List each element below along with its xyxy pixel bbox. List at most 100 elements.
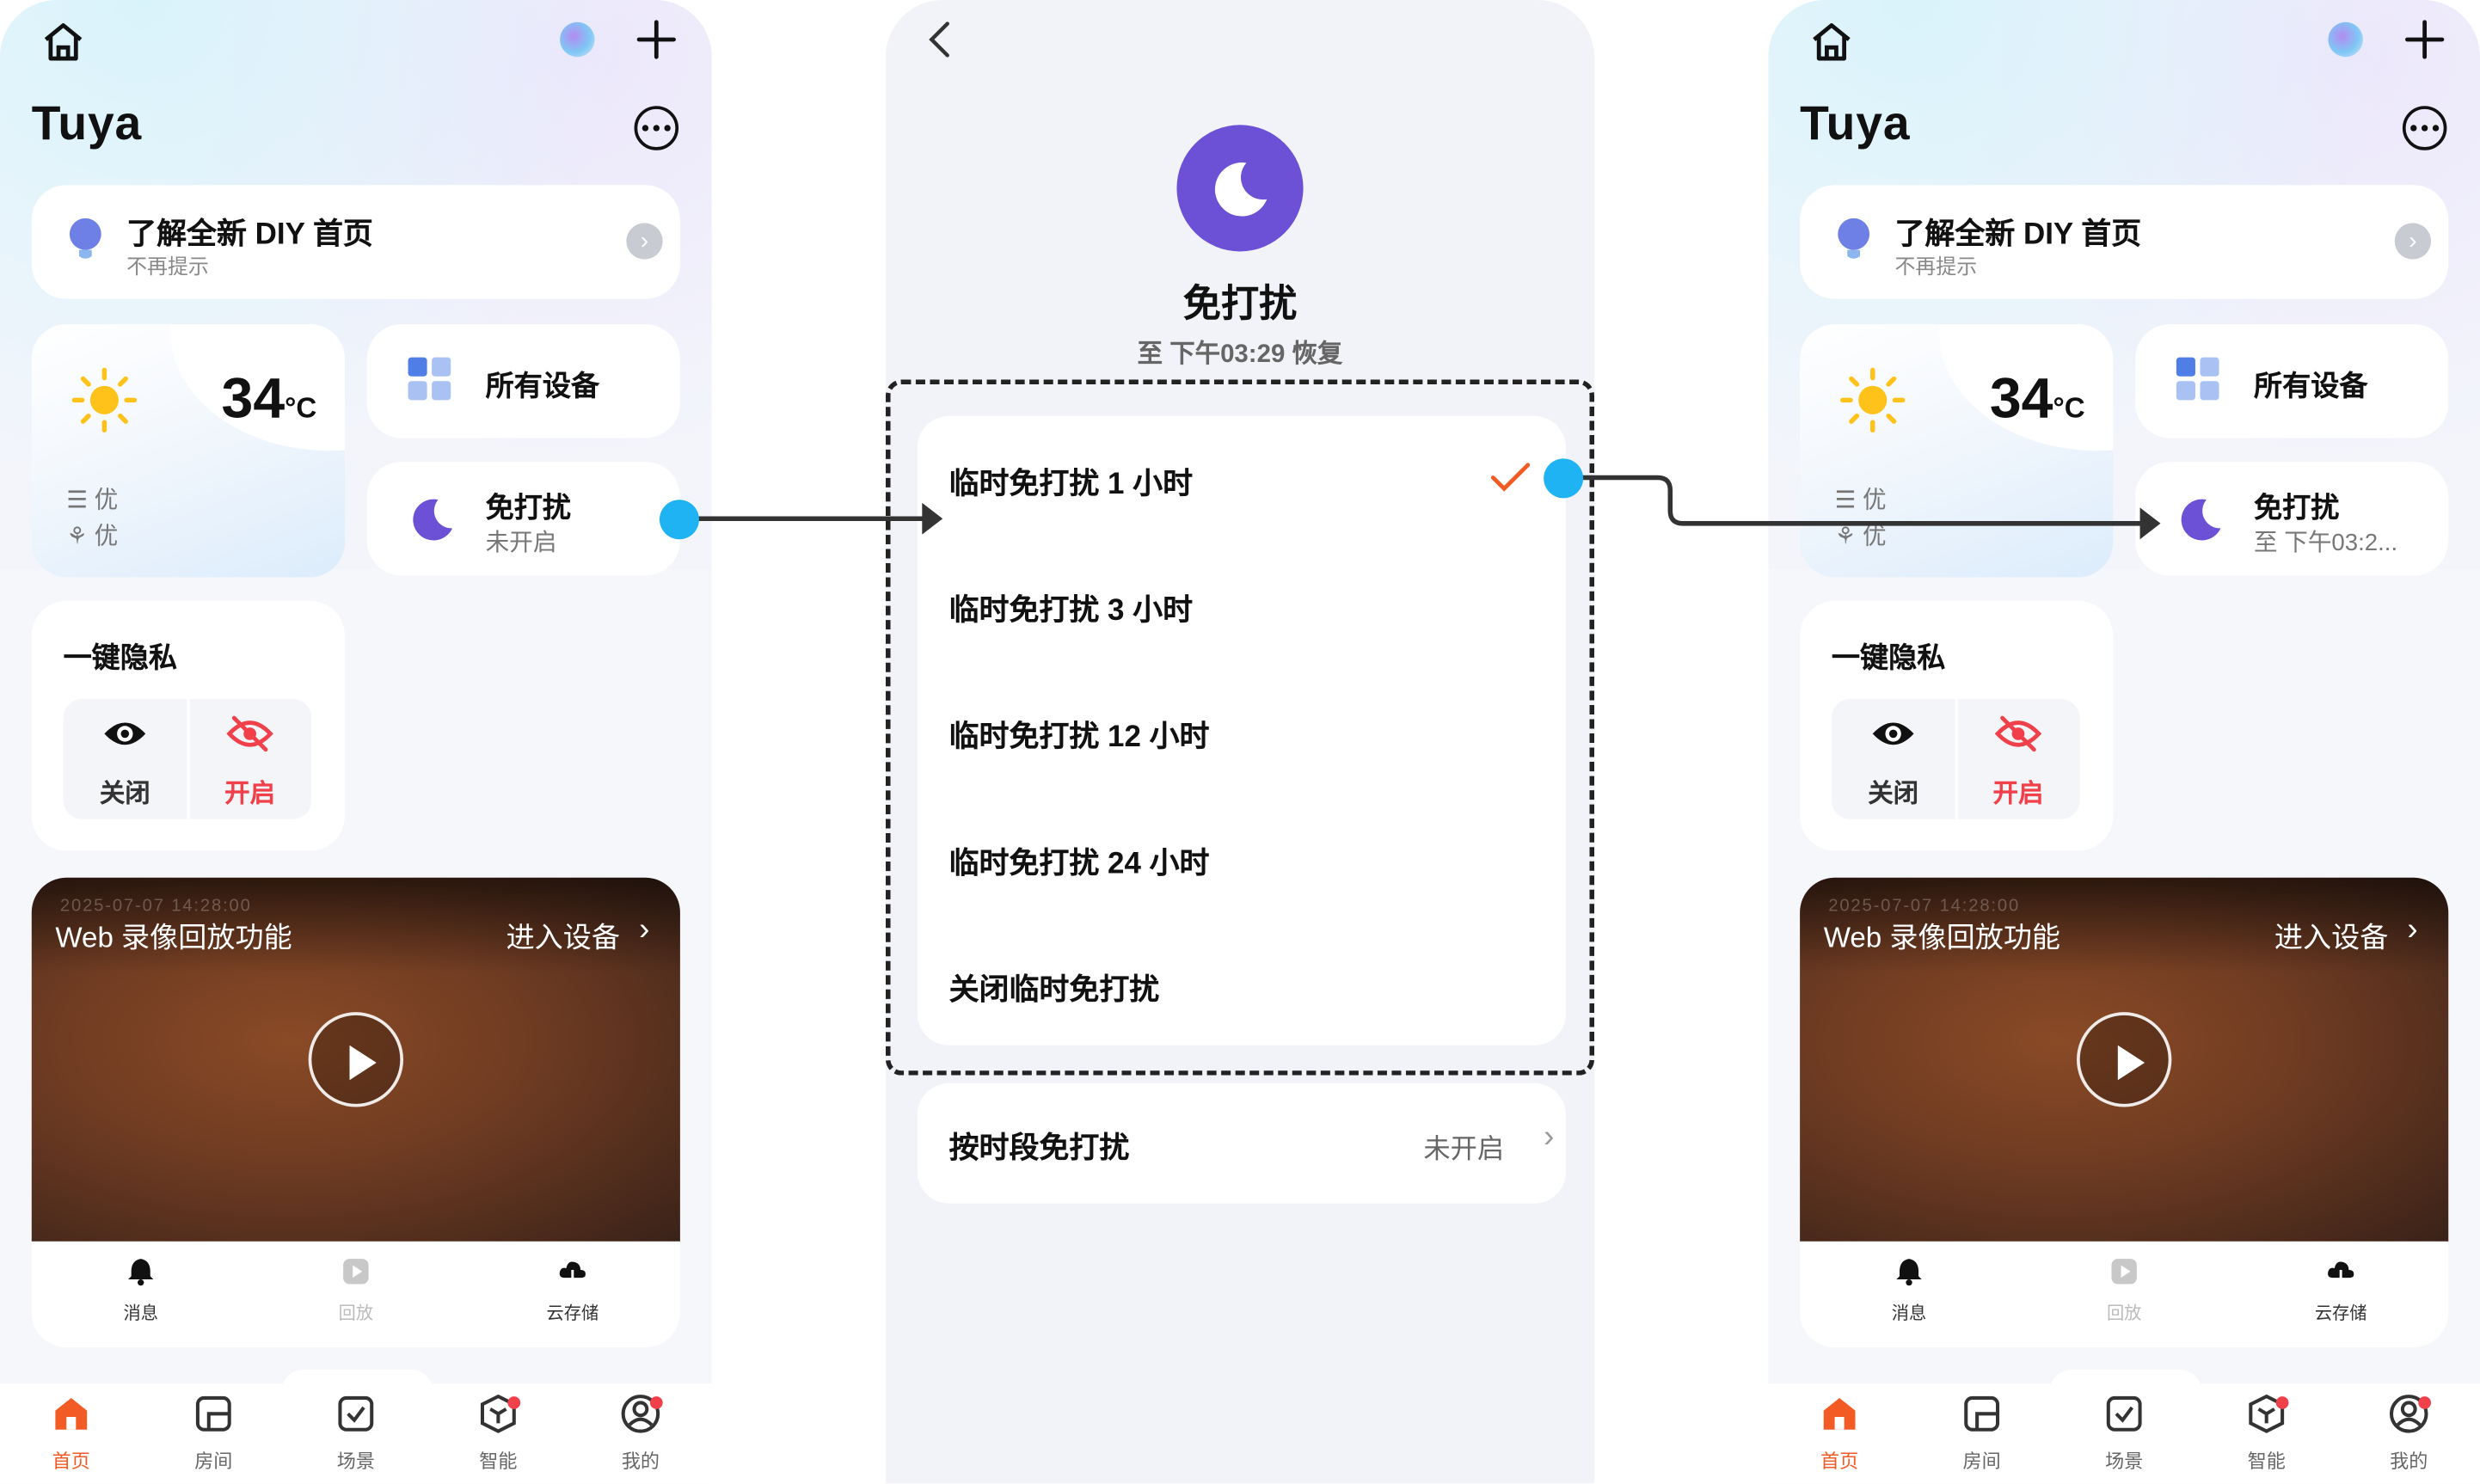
play-icon[interactable] (2077, 1012, 2172, 1107)
video-title: Web 录像回放功能 (55, 922, 292, 954)
enter-device-link[interactable]: 进入设备 (2274, 916, 2388, 957)
tab-smart[interactable]: 智能 (2211, 1393, 2322, 1474)
dnd-status: 未开启 (485, 530, 557, 557)
add-icon[interactable] (633, 15, 680, 63)
cloud-storage-button[interactable]: 云存储 (2278, 1257, 2404, 1325)
grid-icon (407, 356, 454, 411)
air-quality-icon: ☰ (66, 487, 95, 514)
home-title: Tuya (31, 98, 143, 150)
leaf-icon: ⚘ (1834, 523, 1863, 551)
tab-scenes[interactable]: 场景 (300, 1393, 411, 1474)
playback-button[interactable]: 回放 (2061, 1257, 2188, 1325)
assistant-avatar-icon[interactable] (2328, 21, 2363, 58)
all-devices-label: 所有设备 (2254, 370, 2368, 402)
weather-card[interactable]: 34°C ☰ 优 ⚘ 优 (31, 324, 345, 578)
connector-start-dot (1544, 458, 1584, 499)
privacy-title: 一键隐私 (63, 641, 178, 674)
messages-button[interactable]: 消息 (1845, 1257, 1972, 1325)
tab-me[interactable]: 我的 (586, 1393, 697, 1474)
grid-icon (2175, 356, 2222, 411)
privacy-off-button[interactable]: 关闭 (100, 772, 150, 810)
playback-button[interactable]: 回放 (292, 1257, 419, 1325)
checkbox-icon (2106, 1395, 2142, 1432)
bottom-tab-bar: 首页 房间 场景 智能 我的 (0, 1383, 712, 1484)
dnd-resume-time: 至 下午03:29 恢复 (1137, 341, 1343, 369)
video-timestamp: 2025-07-07 14:28:00 (59, 896, 252, 916)
sun-icon (1838, 365, 1907, 443)
room-icon (1964, 1395, 2000, 1432)
eye-off-icon[interactable] (226, 714, 273, 760)
connector-start-dot (659, 500, 699, 540)
eye-icon[interactable] (101, 714, 149, 760)
messages-button[interactable]: 消息 (77, 1257, 204, 1325)
home-tab-icon (1823, 1397, 1856, 1430)
tip-dismiss[interactable]: 不再提示 (126, 250, 209, 280)
tab-home[interactable]: 首页 (1784, 1393, 1895, 1474)
bell-icon (127, 1259, 154, 1286)
playback-icon (343, 1259, 369, 1285)
pollen-level: ⚘ 优 (1834, 523, 1887, 551)
tab-home[interactable]: 首页 (15, 1393, 126, 1474)
video-title: Web 录像回放功能 (1823, 922, 2061, 954)
moon-icon (2175, 494, 2225, 552)
dnd-label: 免打扰 (485, 492, 571, 524)
moon-icon (1176, 125, 1304, 252)
cloud-storage-button[interactable]: 云存储 (509, 1257, 635, 1325)
enter-device-link[interactable]: 进入设备 (506, 916, 620, 957)
home-screen-after: Tuya 了解全新 DIY 首页 不再提示 › 34°C ☰ 优 ⚘ 优 所有设… (1768, 0, 2480, 1484)
video-timestamp: 2025-07-07 14:28:00 (1828, 896, 2021, 916)
tab-rooms[interactable]: 房间 (1926, 1393, 2037, 1474)
all-devices-label: 所有设备 (485, 370, 600, 402)
chevron-right-icon[interactable]: › (626, 223, 663, 260)
bell-icon (1896, 1259, 1922, 1286)
eye-off-icon[interactable] (1994, 714, 2042, 760)
temperature: 34°C (221, 365, 317, 431)
home-icon[interactable] (1806, 15, 1857, 66)
more-icon[interactable] (634, 106, 679, 150)
leaf-icon: ⚘ (66, 523, 95, 551)
chevron-right-icon: › (1544, 1119, 1555, 1155)
tip-title: 了解全新 DIY 首页 (126, 218, 373, 252)
cloud-icon (559, 1261, 586, 1286)
chevron-right-icon[interactable]: › (2407, 912, 2417, 948)
chevron-right-icon[interactable]: › (2394, 223, 2432, 260)
assistant-avatar-icon[interactable] (560, 21, 595, 58)
tab-scenes[interactable]: 场景 (2069, 1393, 2180, 1474)
highlight-box (886, 379, 1595, 1076)
moon-icon (407, 494, 457, 552)
home-screen-before: Tuya 了解全新 DIY 首页 不再提示 › 34°C ☰ 优 ⚘ 优 所有设… (0, 0, 712, 1484)
bottom-tab-bar: 首页 房间 场景 智能 我的 (1768, 1383, 2480, 1484)
camera-video-card[interactable]: 2025-07-07 14:28:00 Web 录像回放功能 进入设备 › (1800, 877, 2449, 1242)
dnd-title: 免打扰 (1182, 283, 1298, 326)
room-icon (195, 1395, 231, 1432)
add-icon[interactable] (2401, 15, 2448, 63)
dnd-label: 免打扰 (2254, 492, 2340, 524)
checkbox-icon (338, 1395, 374, 1432)
chevron-right-icon[interactable]: › (639, 912, 649, 948)
tab-smart[interactable]: 智能 (443, 1393, 554, 1474)
home-title: Tuya (1800, 98, 1911, 150)
play-icon[interactable] (308, 1012, 404, 1107)
eye-icon[interactable] (1869, 714, 1917, 760)
privacy-on-button[interactable]: 开启 (224, 772, 275, 810)
tip-dismiss[interactable]: 不再提示 (1894, 250, 1977, 280)
weather-card[interactable]: 34°C ☰ 优 ⚘ 优 (1800, 324, 2114, 578)
temperature: 34°C (1989, 365, 2085, 431)
back-icon[interactable] (927, 19, 952, 68)
pollen-level: ⚘ 优 (66, 523, 119, 551)
tip-title: 了解全新 DIY 首页 (1894, 218, 2142, 252)
privacy-on-button[interactable]: 开启 (1993, 772, 2044, 810)
playback-icon (2111, 1259, 2137, 1285)
more-icon[interactable] (2402, 106, 2447, 150)
video-action-bar: 消息 回放 云存储 (31, 1241, 680, 1348)
cloud-icon (2328, 1261, 2354, 1286)
schedule-dnd-status: 未开启 (1423, 1133, 1505, 1164)
schedule-dnd-row[interactable]: 按时段免打扰 未开启 › (917, 1082, 1566, 1204)
home-icon[interactable] (38, 15, 89, 66)
camera-video-card[interactable]: 2025-07-07 14:28:00 Web 录像回放功能 进入设备 › (31, 877, 680, 1242)
tab-rooms[interactable]: 房间 (158, 1393, 269, 1474)
dnd-status: 至 下午03:2... (2254, 530, 2398, 557)
tab-me[interactable]: 我的 (2354, 1393, 2465, 1474)
air-quality: ☰ 优 (1834, 487, 1887, 514)
privacy-off-button[interactable]: 关闭 (1868, 772, 1918, 810)
